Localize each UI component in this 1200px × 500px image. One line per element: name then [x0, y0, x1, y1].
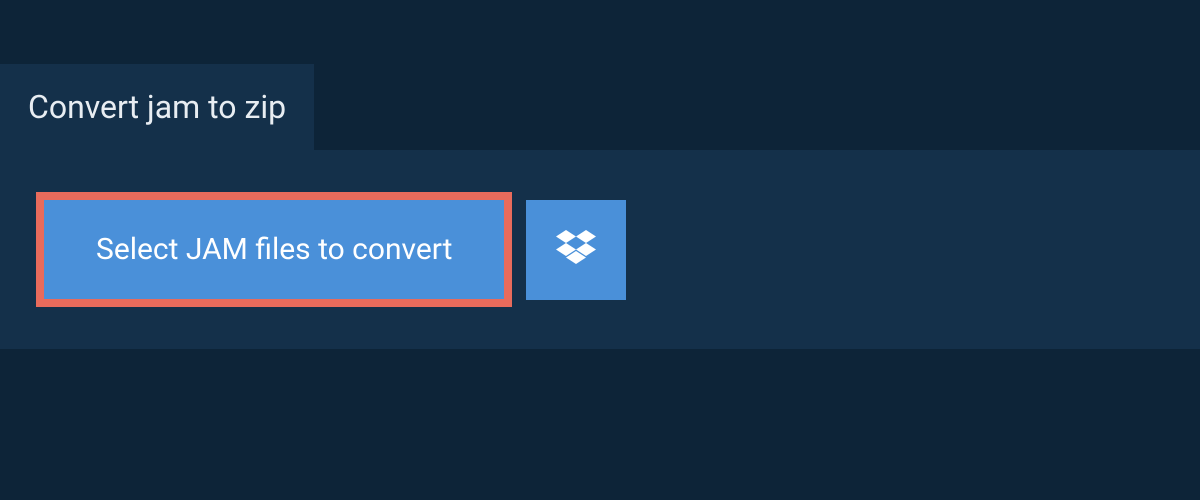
dropbox-button[interactable] — [526, 200, 626, 300]
select-files-button[interactable]: Select JAM files to convert — [36, 192, 512, 307]
page-title: Convert jam to zip — [28, 88, 286, 126]
dropbox-icon — [556, 230, 596, 269]
upload-panel: Select JAM files to convert — [0, 150, 1200, 349]
tab-header: Convert jam to zip — [0, 64, 314, 150]
select-files-label: Select JAM files to convert — [96, 232, 452, 267]
